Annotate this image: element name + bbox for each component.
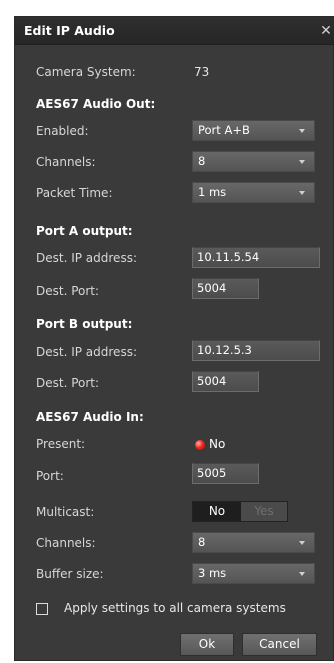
- aes67-audio-out-heading: AES67 Audio Out:: [36, 97, 156, 111]
- out-channels-label: Channels:: [36, 155, 96, 169]
- port-a-port-input[interactable]: 5004: [192, 278, 259, 299]
- packet-time-select-value: 1 ms: [198, 185, 227, 199]
- present-label: Present:: [36, 437, 86, 451]
- port-b-port-input[interactable]: 5004: [192, 371, 259, 392]
- status-led-icon: [195, 440, 205, 450]
- buffer-size-label: Buffer size:: [36, 567, 104, 581]
- dialog-titlebar[interactable]: Edit IP Audio ✕: [15, 17, 334, 45]
- in-port-label: Port:: [36, 469, 64, 483]
- chevron-down-icon: [299, 191, 305, 195]
- port-b-ip-label: Dest. IP address:: [36, 345, 137, 359]
- close-icon[interactable]: ✕: [317, 22, 334, 40]
- buffer-size-select-value: 3 ms: [198, 566, 227, 580]
- in-channels-select[interactable]: 8: [192, 532, 315, 553]
- packet-time-select[interactable]: 1 ms: [192, 182, 315, 203]
- chevron-down-icon: [299, 572, 305, 576]
- aes67-audio-in-heading: AES67 Audio In:: [36, 410, 144, 424]
- out-channels-select-value: 8: [198, 154, 206, 168]
- buffer-size-select[interactable]: 3 ms: [192, 563, 315, 584]
- port-a-ip-input[interactable]: 10.11.5.54: [192, 247, 320, 268]
- enabled-select[interactable]: Port A+B: [192, 120, 315, 141]
- chevron-down-icon: [299, 129, 305, 133]
- port-a-output-heading: Port A output:: [36, 224, 133, 238]
- apply-all-label[interactable]: Apply settings to all camera systems: [64, 601, 286, 615]
- port-b-port-label: Dest. Port:: [36, 376, 100, 390]
- chevron-down-icon: [299, 160, 305, 164]
- dialog-title: Edit IP Audio: [24, 23, 115, 38]
- port-a-port-label: Dest. Port:: [36, 284, 100, 298]
- cancel-button[interactable]: Cancel: [242, 633, 317, 656]
- enabled-select-value: Port A+B: [198, 123, 250, 137]
- edit-ip-audio-dialog: Edit IP Audio ✕ Camera System: 73 AES67 …: [14, 16, 334, 661]
- in-channels-label: Channels:: [36, 536, 96, 550]
- camera-system-label: Camera System:: [36, 65, 136, 79]
- multicast-option-yes[interactable]: Yes: [241, 502, 287, 521]
- port-b-output-heading: Port B output:: [36, 317, 133, 331]
- apply-all-checkbox[interactable]: [36, 603, 48, 615]
- camera-system-value: 73: [194, 65, 210, 79]
- multicast-option-no[interactable]: No: [193, 502, 241, 521]
- enabled-label: Enabled:: [36, 124, 89, 138]
- port-b-ip-input[interactable]: 10.12.5.3: [192, 340, 320, 361]
- in-channels-select-value: 8: [198, 535, 206, 549]
- packet-time-label: Packet Time:: [36, 186, 113, 200]
- present-value: No: [209, 437, 226, 451]
- multicast-toggle[interactable]: No Yes: [192, 501, 288, 522]
- port-a-ip-label: Dest. IP address:: [36, 251, 137, 265]
- ok-button[interactable]: Ok: [180, 633, 234, 656]
- multicast-label: Multicast:: [36, 505, 95, 519]
- in-port-input[interactable]: 5005: [192, 463, 259, 484]
- chevron-down-icon: [299, 541, 305, 545]
- out-channels-select[interactable]: 8: [192, 151, 315, 172]
